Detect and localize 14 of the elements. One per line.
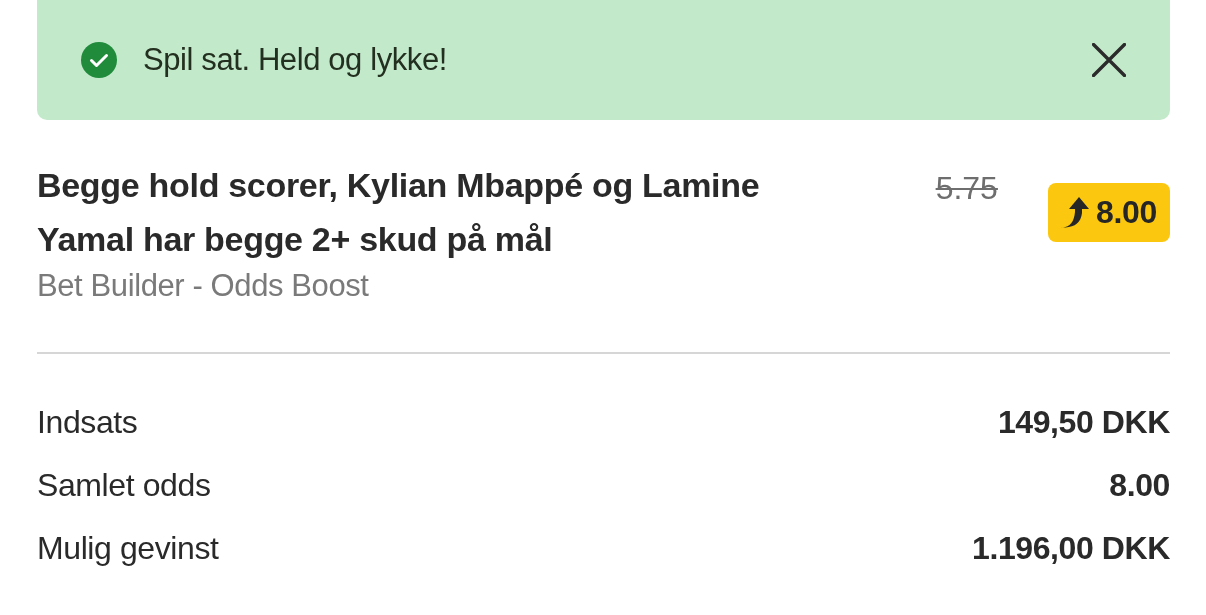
bet-title: Begge hold scorer, Kylian Mbappé og Lamine Yamal har begge 2+ skud på mål <box>37 165 761 260</box>
summary-value: 1.196,00 DKK <box>972 530 1170 567</box>
close-icon <box>1092 43 1126 77</box>
summary-value: 8.00 <box>1109 467 1170 504</box>
boosted-odds-badge: 8.00 <box>1047 183 1170 242</box>
check-circle-icon <box>81 42 117 78</box>
notification-message: Spil sat. Held og lykke! <box>143 42 448 78</box>
summary-value: 149,50 DKK <box>997 404 1170 441</box>
close-button[interactable] <box>1092 43 1126 77</box>
bet-market: Bet Builder - Odds Boost <box>37 268 370 304</box>
summary-label: Indsats <box>37 404 138 441</box>
summary-label: Samlet odds <box>37 467 211 504</box>
old-odds: 5.75 <box>935 169 998 208</box>
summary-label: Mulig gevinst <box>37 530 219 567</box>
